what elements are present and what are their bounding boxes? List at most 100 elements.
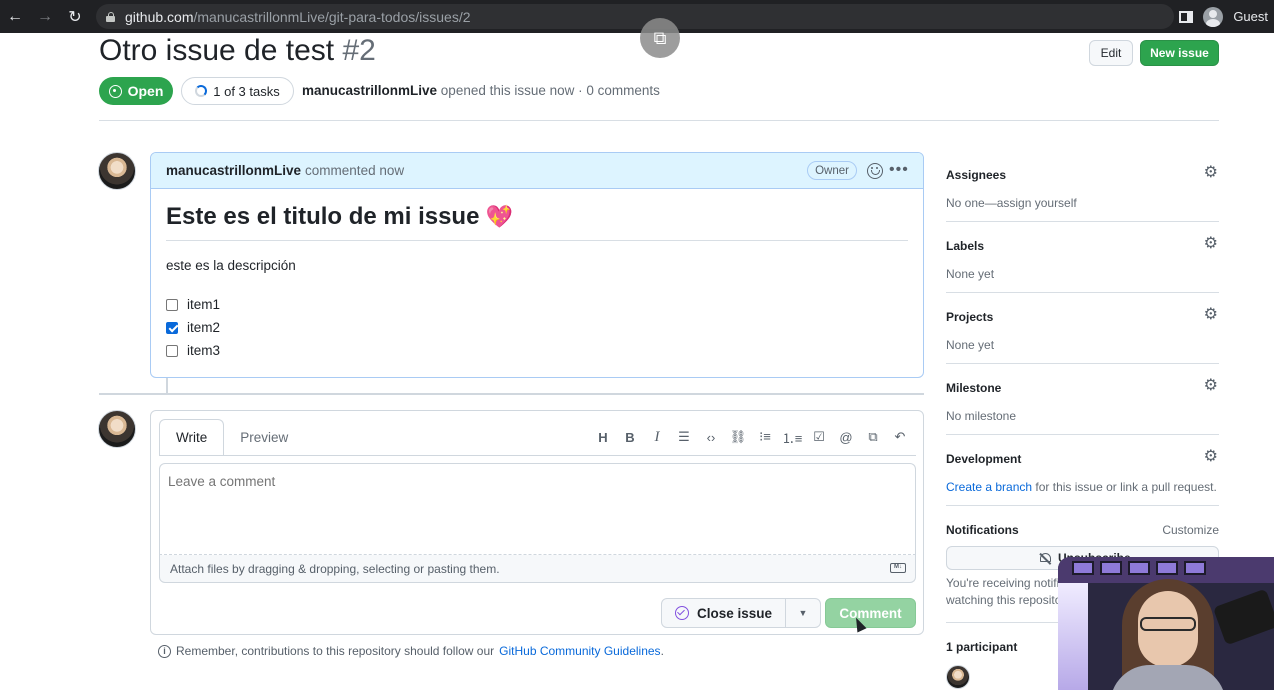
close-options-dropdown[interactable]: ▼ (786, 599, 820, 627)
issue-author-link[interactable]: manucastrillonmLive (302, 83, 437, 98)
quote-icon[interactable]: ☰ (675, 428, 693, 446)
issue-number: #2 (342, 34, 376, 67)
markdown-toolbar: H B I ☰ ‹› ⛓ ⁝≡ ⒈≡ ☑ @ ⧉ ↶ (594, 428, 909, 446)
community-guidelines-link[interactable]: GitHub Community Guidelines (499, 644, 660, 658)
bold-icon[interactable]: B (621, 428, 639, 446)
reference-icon[interactable]: ⧉ (864, 428, 882, 446)
tab-divider (159, 455, 916, 456)
heading-icon[interactable]: H (594, 428, 612, 446)
info-icon: i (158, 644, 171, 658)
gear-icon[interactable]: ⚙ (1204, 162, 1218, 182)
sidebar-heading: Projects (946, 310, 994, 324)
create-branch-link[interactable]: Create a branch (946, 480, 1032, 494)
task-label: item2 (187, 320, 221, 335)
close-issue-button[interactable]: Close issue (662, 599, 786, 627)
sidebar-divider (946, 434, 1219, 435)
contribution-note-end: . (660, 644, 664, 658)
sidebar-notifications: Notifications Customize (946, 523, 1219, 537)
attach-files-bar[interactable]: Attach files by dragging & dropping, sel… (159, 555, 916, 583)
tab-preview[interactable]: Preview (224, 419, 304, 455)
forward-icon[interactable]: → (30, 0, 60, 33)
numbered-list-icon[interactable]: ⒈≡ (782, 428, 803, 446)
comment-author-link[interactable]: manucastrillonmLive (166, 163, 301, 178)
webcam-frames (1072, 561, 1206, 575)
mention-icon[interactable]: @ (837, 428, 855, 446)
development-value: Create a branch for this issue or link a… (946, 480, 1219, 494)
comment-textarea[interactable] (159, 463, 916, 555)
kebab-menu-icon[interactable]: ••• (889, 161, 909, 179)
gear-icon[interactable]: ⚙ (1204, 446, 1218, 466)
projects-value: None yet (946, 338, 995, 352)
progress-ring-icon (195, 85, 208, 97)
comment-heading-text: Este es el titulo de mi issue (166, 203, 480, 230)
close-issue-button-group: Close issue ▼ (661, 598, 821, 628)
link-icon[interactable]: ⛓ (729, 428, 747, 446)
sidebar-divider (946, 363, 1219, 364)
webcam-overlay (1058, 557, 1274, 690)
sidebar-divider (946, 221, 1219, 222)
customize-link[interactable]: Customize (1162, 523, 1219, 537)
sidebar-divider (946, 292, 1219, 293)
participant-avatar[interactable] (946, 665, 970, 689)
task-progress-badge[interactable]: 1 of 3 tasks (181, 77, 294, 105)
new-comment-form: Write Preview H B I ☰ ‹› ⛓ ⁝≡ ⒈≡ ☑ @ ⧉ ↶… (150, 410, 924, 635)
presenter-glasses (1140, 617, 1196, 631)
task-checkbox[interactable] (166, 344, 178, 357)
avatar[interactable] (98, 410, 136, 448)
webcam-light (1058, 583, 1088, 690)
task-checkbox[interactable] (166, 298, 178, 311)
sidebar-assignees: Assignees ⚙ No one—assign yourself (946, 164, 1219, 210)
gear-icon[interactable]: ⚙ (1204, 375, 1218, 395)
status-badge: Open (99, 77, 173, 105)
add-reaction-icon[interactable] (867, 163, 883, 179)
sidebar-development: Development ⚙ Create a branch for this i… (946, 448, 1219, 494)
notification-reason-line: watching this repository. (946, 593, 1066, 607)
task-item: item3 (166, 339, 908, 362)
sidebar-milestone: Milestone ⚙ No milestone (946, 377, 1219, 423)
header-divider (99, 120, 1219, 121)
comment-time[interactable]: commented now (305, 163, 404, 178)
sparkling-heart-icon: 💖 (485, 204, 513, 229)
bulleted-list-icon[interactable]: ⁝≡ (756, 428, 774, 446)
close-issue-label: Close issue (696, 605, 773, 621)
issue-meta-text: opened this issue now · 0 comments (437, 83, 660, 98)
task-list: item1 item2 item3 (166, 293, 908, 362)
milestone-value: No milestone (946, 409, 1017, 423)
profile-label[interactable]: Guest (1233, 9, 1268, 24)
profile-avatar-icon[interactable] (1203, 6, 1224, 27)
comment-paragraph: este es la descripción (166, 258, 296, 273)
sidebar-heading: Assignees (946, 168, 1007, 182)
back-icon[interactable]: ← (0, 0, 30, 33)
edit-button[interactable]: Edit (1089, 40, 1133, 66)
gear-icon[interactable]: ⚙ (1204, 304, 1218, 324)
avatar[interactable] (98, 152, 136, 190)
code-icon[interactable]: ‹› (702, 428, 720, 446)
task-checkbox[interactable] (166, 321, 178, 334)
url-domain: github.com (125, 8, 194, 25)
address-bar[interactable]: github.com/manucastrillonmLive/git-para-… (96, 4, 1174, 29)
sidebar-labels: Labels ⚙ None yet (946, 235, 1219, 281)
assignees-value[interactable]: No one—assign yourself (946, 196, 1219, 210)
comment-heading: Este es el titulo de mi issue 💖 (166, 203, 908, 241)
new-issue-button[interactable]: New issue (1140, 40, 1219, 66)
popout-icon[interactable]: ⧉ (640, 18, 680, 58)
issue-title: Otro issue de test #2 (99, 34, 376, 68)
italic-icon[interactable]: I (648, 428, 666, 446)
contribution-note-text: Remember, contributions to this reposito… (176, 644, 495, 658)
owner-badge: Owner (807, 161, 857, 180)
timeline-divider (99, 393, 924, 395)
url-path: /manucastrillonmLive/git-para-todos/issu… (193, 8, 471, 25)
reply-icon[interactable]: ↶ (891, 428, 909, 446)
comment-button[interactable]: Comment (825, 598, 916, 628)
browser-toolbar: ← → ↻ github.com/manucastrillonmLive/git… (0, 0, 1274, 33)
markdown-icon[interactable]: M↓ (890, 563, 906, 573)
attach-files-text: Attach files by dragging & dropping, sel… (170, 561, 500, 576)
task-item: item2 (166, 316, 908, 339)
tab-write[interactable]: Write (159, 419, 225, 455)
task-list-icon[interactable]: ☑ (810, 428, 828, 446)
gear-icon[interactable]: ⚙ (1204, 233, 1218, 253)
timeline-connector (166, 378, 168, 394)
side-panel-icon[interactable] (1179, 10, 1194, 23)
reload-icon[interactable]: ↻ (60, 0, 90, 33)
editor-tabs: Write Preview (159, 419, 304, 455)
